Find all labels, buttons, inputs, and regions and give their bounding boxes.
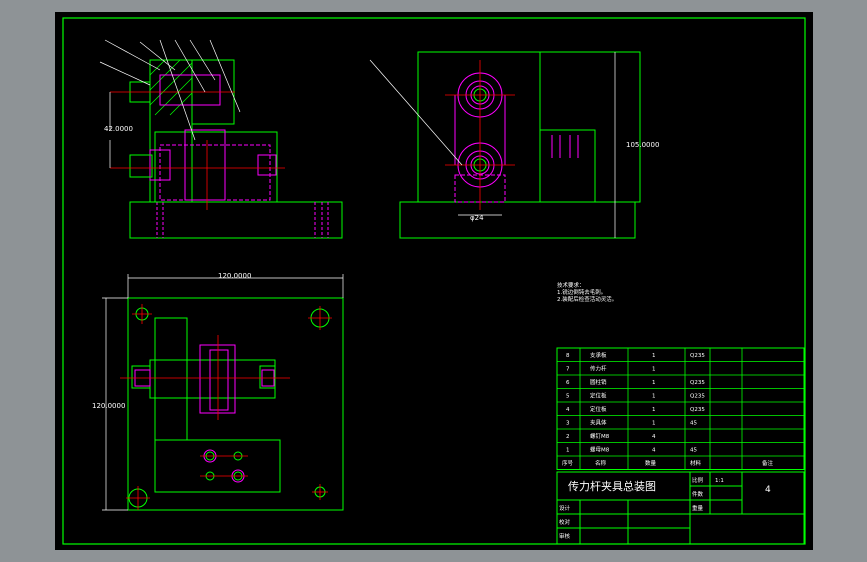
approve-label: 审核 [559,532,571,540]
bom-name: 定位板 [590,392,607,400]
bom-qty: 1 [652,380,656,386]
bom-no: 5 [566,394,570,400]
notes-line1: 1.锐边倒钝去毛刺。 [557,288,606,296]
bom-qty: 4 [652,434,656,440]
bom-name: 支承板 [590,351,607,359]
notes-line2: 2.装配后检查活动灵活。 [557,295,617,303]
weight-label: 件数 [692,490,704,498]
bom-material: Q235 [690,353,705,359]
bom-name: 传力杆 [590,365,607,373]
bom-header-no: 序号 [562,459,574,467]
bom-no: 7 [566,367,570,373]
ratio-value: 1:1 [715,478,724,484]
design-label: 设计 [559,504,571,512]
bom-material: Q235 [690,394,705,400]
bom-no: 6 [566,380,570,386]
bom-no: 3 [566,421,570,427]
ratio-label: 比例 [692,476,704,484]
notes-title: 技术要求： [557,281,585,289]
dim-120-top: 120.0000 [218,272,251,280]
bom-header-name: 名称 [595,459,607,467]
bom-qty: 1 [652,394,656,400]
bom-qty: 1 [652,367,656,373]
material-label: 重量 [692,504,704,512]
bom-name: 螺钉M8 [590,432,610,440]
bom-material: 45 [690,448,697,454]
cad-viewport: 42.0000 105.0000 φ24 120.0000 120.0000 技… [0,0,867,562]
bom-material: Q235 [690,380,705,386]
bom-no: 8 [566,353,570,359]
bom-material: 45 [690,421,697,427]
bom-header-material: 材料 [690,459,702,467]
bom-material: Q235 [690,407,705,413]
bom-qty: 1 [652,421,656,427]
bom-name: 定位板 [590,405,607,413]
dim-105: 105.0000 [626,141,659,149]
drawing-title: 传力杆夹具总装图 [568,479,656,493]
bom-no: 2 [566,434,570,440]
bom-no: 1 [566,448,570,454]
sheet-number: 4 [765,485,771,495]
bom-name: 螺母M8 [590,446,610,454]
bom-qty: 1 [652,407,656,413]
bom-no: 4 [566,407,570,413]
dim-120-side: 120.0000 [92,402,125,410]
bom-header-qty: 数量 [645,459,657,467]
dim-phi24: φ24 [470,214,484,222]
bom-qty: 4 [652,448,656,454]
bom-name: 夹具体 [590,419,607,427]
bom-qty: 1 [652,353,656,359]
check-label: 校对 [559,518,571,526]
dim-42: 42.0000 [104,125,133,133]
bom-name: 圆柱销 [590,378,607,386]
drawing-canvas: 42.0000 105.0000 φ24 120.0000 120.0000 技… [55,12,813,550]
bom-header-remark: 备注 [762,459,774,467]
